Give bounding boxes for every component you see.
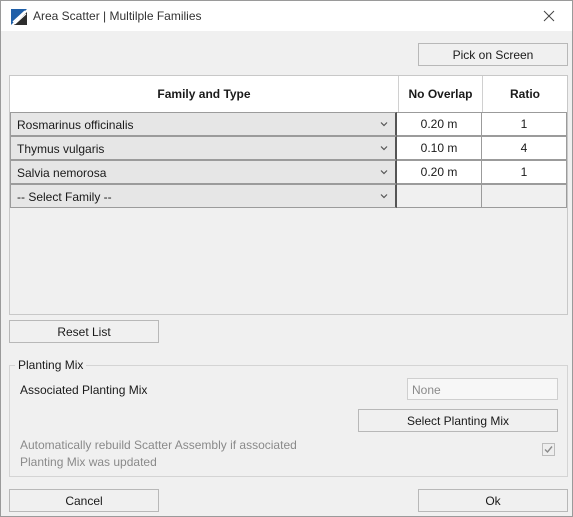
- planting-mix-group-label: Planting Mix: [15, 358, 87, 372]
- ratio-cell[interactable]: [482, 184, 567, 208]
- associated-planting-mix-label: Associated Planting Mix: [20, 383, 148, 397]
- no-overlap-cell[interactable]: 0.10 m: [397, 136, 482, 160]
- chevron-down-icon: [380, 146, 388, 151]
- table-row: Rosmarinus officinalis 0.20 m 1: [10, 112, 567, 136]
- dialog-window: Area Scatter | Multilple Families Pick o…: [0, 0, 573, 517]
- family-select-value: Rosmarinus officinalis: [17, 118, 134, 132]
- family-select-value: Thymus vulgaris: [17, 142, 105, 156]
- close-button[interactable]: [532, 3, 566, 29]
- table-row: Thymus vulgaris 0.10 m 4: [10, 136, 567, 160]
- no-overlap-cell[interactable]: [397, 184, 482, 208]
- grid-header: Family and Type No Overlap Ratio: [10, 76, 567, 113]
- family-select-value: -- Select Family --: [17, 190, 112, 204]
- chevron-down-icon: [380, 170, 388, 175]
- chevron-down-icon: [380, 122, 388, 127]
- select-planting-mix-button[interactable]: Select Planting Mix: [358, 409, 558, 432]
- checkmark-icon: [544, 446, 553, 454]
- header-ratio[interactable]: Ratio: [483, 76, 567, 112]
- ratio-cell[interactable]: 1: [482, 112, 567, 136]
- auto-rebuild-label-line2: Planting Mix was updated: [20, 455, 157, 469]
- window-title: Area Scatter | Multilple Families: [33, 9, 202, 23]
- family-select-value: Salvia nemorosa: [17, 166, 107, 180]
- associated-planting-mix-field[interactable]: None: [407, 378, 558, 400]
- pick-on-screen-button[interactable]: Pick on Screen: [418, 43, 568, 66]
- auto-rebuild-label-line1: Automatically rebuild Scatter Assembly i…: [20, 438, 297, 452]
- title-bar: Area Scatter | Multilple Families: [1, 1, 572, 31]
- family-grid: Family and Type No Overlap Ratio Rosmari…: [9, 75, 568, 315]
- family-select[interactable]: Salvia nemorosa: [10, 160, 397, 184]
- family-select[interactable]: Thymus vulgaris: [10, 136, 397, 160]
- close-icon: [543, 10, 555, 22]
- chevron-down-icon: [380, 194, 388, 199]
- auto-rebuild-checkbox[interactable]: [542, 443, 555, 456]
- reset-list-button[interactable]: Reset List: [9, 320, 159, 343]
- ratio-cell[interactable]: 4: [482, 136, 567, 160]
- no-overlap-cell[interactable]: 0.20 m: [397, 112, 482, 136]
- header-family-and-type[interactable]: Family and Type: [10, 76, 398, 112]
- ok-button[interactable]: Ok: [418, 489, 568, 512]
- header-no-overlap[interactable]: No Overlap: [399, 76, 482, 112]
- cancel-button[interactable]: Cancel: [9, 489, 159, 512]
- app-logo-icon: [10, 8, 28, 26]
- ratio-cell[interactable]: 1: [482, 160, 567, 184]
- table-row: -- Select Family --: [10, 184, 567, 208]
- table-row: Salvia nemorosa 0.20 m 1: [10, 160, 567, 184]
- family-select[interactable]: Rosmarinus officinalis: [10, 112, 397, 136]
- family-select[interactable]: -- Select Family --: [10, 184, 397, 208]
- no-overlap-cell[interactable]: 0.20 m: [397, 160, 482, 184]
